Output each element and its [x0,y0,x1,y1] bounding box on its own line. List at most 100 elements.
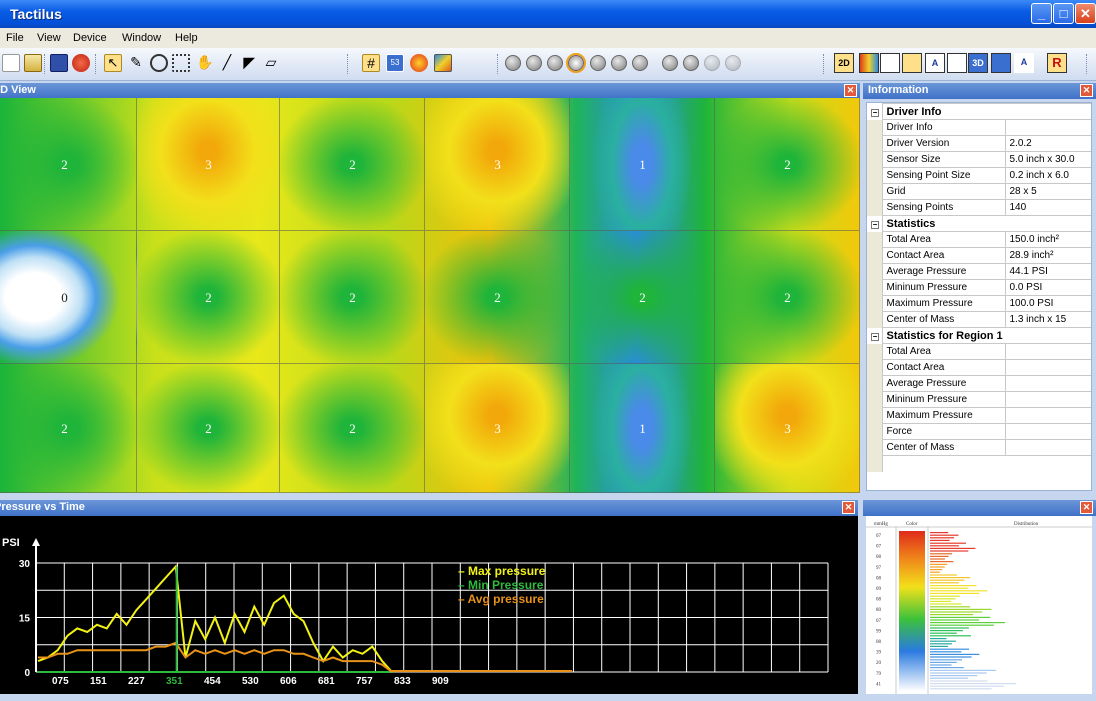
info-close-button[interactable]: ✕ [1080,84,1093,97]
info-key: Driver Info [881,119,1006,136]
profile-button[interactable] [902,53,922,73]
pressure-time-svg: PSI 0 15 30 075 151 227 351 454 530 606 681 757 833 90… [2,537,829,687]
info-key: Driver Version [881,135,1006,152]
chart-button[interactable] [880,53,900,73]
distribution-bar [930,592,980,594]
new-file-icon[interactable] [2,54,20,72]
collapse-icon[interactable]: − [871,108,879,117]
info-row[interactable]: Driver Version 2.0.2 [867,135,1091,152]
grid-cell-value: 2 [784,289,791,305]
eraser-icon[interactable]: ▱ [262,54,280,72]
distribution-panel: mmHg Color Distribution 07 07 08 97 08 09 08 80 07 9… [866,516,1092,694]
distribution-bar [930,606,971,608]
info-row[interactable]: Mininum Pressure 0.0 PSI [867,279,1091,296]
rewind-icon[interactable] [526,55,542,71]
pause-icon[interactable] [566,53,586,73]
open-file-icon[interactable] [24,54,42,72]
pressure-map[interactable]: 2 3 2 3 1 2 0 2 2 2 2 2 2 2 2 3 1 3 [0,98,860,493]
pointer-icon[interactable]: ↖ [104,54,122,72]
title-bar[interactable]: Tactilus _ □ ✕ [0,0,1096,28]
ellipse-icon[interactable] [150,54,168,72]
grid-icon[interactable]: # [362,54,380,72]
grid-cell-value: 2 [205,289,212,305]
label-a-button[interactable]: A [925,53,945,73]
menu-help[interactable]: Help [175,32,198,44]
info-section-header[interactable]: − Driver Info [867,103,1091,120]
snapshot-icon[interactable] [683,55,699,71]
distribution-svg: mmHg Color Distribution 07 07 08 97 08 09 08 80 07 9… [866,522,1092,694]
view-3d-button[interactable]: 3D [968,53,988,73]
info-section-header[interactable]: − Statistics [867,215,1091,232]
pressure-time-chart: PSI 0 15 30 075 151 227 351 454 530 606 681 757 833 90… [0,516,858,694]
info-section-header[interactable]: − Statistics for Region 1 [867,327,1091,344]
maximize-button[interactable]: □ [1053,3,1074,24]
colorbar-button[interactable] [859,53,879,73]
distribution-bar [930,661,957,663]
info-key: Contact Area [881,359,1006,376]
info-row[interactable]: Maximum Pressure [867,407,1091,424]
view-2d-button[interactable]: 2D [834,53,854,73]
rectangle-select-icon[interactable] [172,54,190,72]
last-frame-icon[interactable] [632,55,648,71]
info-row[interactable]: Total Area 150.0 inch² [867,231,1091,248]
distribution-bar [930,669,996,671]
info-row[interactable]: Sensing Points 140 [867,199,1091,216]
info-row[interactable]: Driver Info [867,119,1091,136]
text-a-button[interactable]: A [1014,53,1034,73]
info-row[interactable]: Maximum Pressure 100.0 PSI [867,295,1091,312]
collapse-icon[interactable]: − [871,332,879,341]
info-row[interactable]: Sensing Point Size 0.2 inch x 6.0 [867,167,1091,184]
info-row[interactable]: Average Pressure [867,375,1091,392]
menu-file[interactable]: File [6,32,24,44]
info-row[interactable]: Contact Area 28.9 inch² [867,247,1091,264]
menu-device[interactable]: Device [73,32,107,44]
pencil-icon[interactable]: ✎ [127,54,145,72]
window-view-button[interactable] [991,53,1011,73]
line-icon[interactable]: ╱ [218,54,236,72]
distribution-bar [930,672,987,674]
info-row[interactable]: Mininum Pressure [867,391,1091,408]
distribution-bar [930,616,991,618]
info-panel: − Driver Info Driver Info Driver Version 2.0… [866,102,1092,491]
info-row[interactable]: Grid 28 x 5 [867,183,1091,200]
hand-icon[interactable]: ✋ [196,54,214,72]
info-row[interactable]: Center of Mass 1.3 inch x 15 [867,311,1091,328]
info-row[interactable]: Force [867,423,1091,440]
view2d-close-button[interactable]: ✕ [844,84,857,97]
info-section-title: Statistics for Region 1 [881,327,1091,344]
toolbar: ↖ ✎ ✋ ╱ ◤ ▱ # 53 2D A 3D A R [0,48,1096,81]
info-row[interactable]: Sensor Size 5.0 inch x 30.0 [867,151,1091,168]
distribution-close-button[interactable]: ✕ [1080,501,1093,514]
polygon-icon[interactable]: ◤ [240,54,258,72]
distribution-bar [930,582,959,584]
axis-button[interactable] [947,53,967,73]
stop-icon[interactable] [72,54,90,72]
step-back-icon[interactable] [547,55,563,71]
pressure-time-close-button[interactable]: ✕ [842,501,855,514]
number-icon[interactable]: 53 [386,54,404,72]
menu-window[interactable]: Window [122,32,161,44]
info-value: 28.9 inch² [1004,247,1091,264]
menu-view[interactable]: View [37,32,61,44]
distribution-header-label: Distribution [1014,522,1039,527]
step-forward-icon[interactable] [611,55,627,71]
pie-icon[interactable] [410,54,428,72]
play-icon[interactable] [590,55,606,71]
distribution-bar [930,688,992,690]
info-row[interactable]: Center of Mass [867,439,1091,456]
distribution-bar [930,532,949,534]
record-icon[interactable] [662,55,678,71]
info-row[interactable]: Contact Area [867,359,1091,376]
record-r-button[interactable]: R [1047,53,1067,73]
info-row[interactable]: Average Pressure 44.1 PSI [867,263,1091,280]
first-frame-icon[interactable] [505,55,521,71]
distribution-bar [930,656,972,658]
info-key: Maximum Pressure [881,407,1006,424]
save-icon[interactable] [50,54,68,72]
info-title: Information [868,84,929,96]
info-row[interactable]: Total Area [867,343,1091,360]
color-map-icon[interactable] [434,54,452,72]
close-button[interactable]: ✕ [1075,3,1096,24]
minimize-button[interactable]: _ [1031,3,1052,24]
collapse-icon[interactable]: − [871,220,879,229]
